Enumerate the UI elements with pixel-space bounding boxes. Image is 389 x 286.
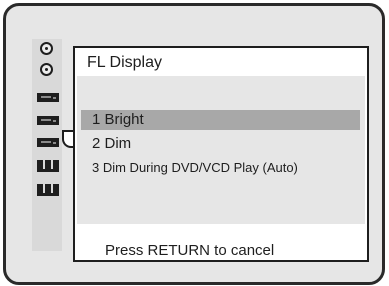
- option-dim[interactable]: 2 Dim: [92, 135, 131, 152]
- menu-panel: FL Display 1 Bright 2 Dim 3 Dim During D…: [73, 46, 369, 262]
- cancel-hint: Press RETURN to cancel: [105, 242, 275, 259]
- menu-title: FL Display: [87, 54, 162, 71]
- menu-sidebar: [32, 39, 62, 251]
- osd-screen: FL Display 1 Bright 2 Dim 3 Dim During D…: [3, 3, 385, 285]
- option-dim-during-play[interactable]: 3 Dim During DVD/VCD Play (Auto): [92, 160, 298, 175]
- options-list: 1 Bright 2 Dim 3 Dim During DVD/VCD Play…: [77, 76, 365, 224]
- option-bright[interactable]: 1 Bright: [92, 111, 144, 128]
